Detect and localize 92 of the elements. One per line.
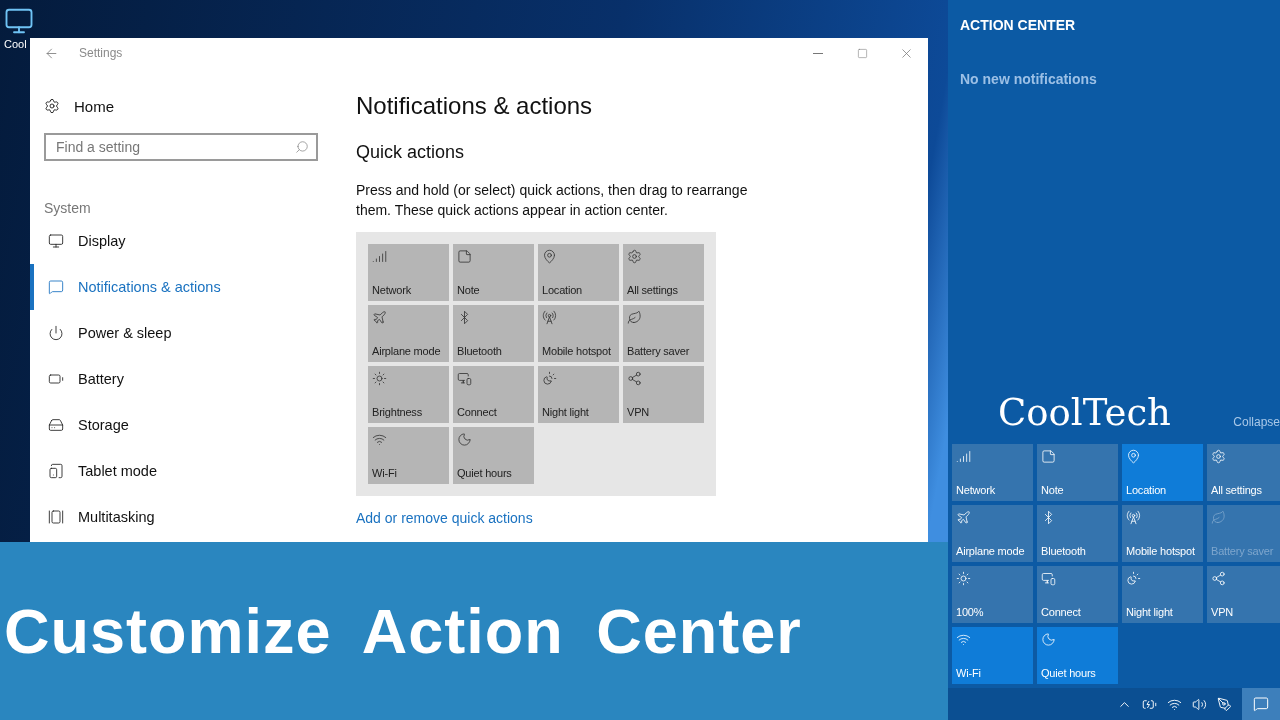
quick-action-tile[interactable]: Note (453, 244, 534, 301)
quick-action-tile[interactable]: All settings (623, 244, 704, 301)
sidebar-item[interactable]: Battery (30, 356, 318, 402)
desktop-icon-label: Cool (4, 38, 27, 50)
moon-icon (457, 432, 472, 447)
antenna-icon (542, 310, 557, 325)
wifi-icon[interactable] (1167, 696, 1182, 712)
pin-icon (542, 249, 557, 264)
quick-action-tile[interactable]: Bluetooth (453, 305, 534, 362)
quick-action-button[interactable]: Location (1122, 444, 1203, 501)
computer-icon[interactable] (4, 6, 34, 36)
sun-icon (956, 571, 971, 586)
window-title: Settings (79, 46, 124, 60)
quick-action-button[interactable]: All settings (1207, 444, 1280, 501)
minimize-icon (813, 52, 823, 54)
sidebar-item[interactable]: Display (30, 218, 318, 264)
monitor-icon (48, 233, 64, 249)
drive-icon (48, 417, 64, 433)
power-icon (48, 325, 64, 341)
sidebar-item[interactable]: Storage (30, 402, 318, 448)
speech-bubble-icon (1253, 696, 1269, 712)
signal-icon (956, 449, 971, 464)
devices-icon (1041, 571, 1056, 586)
signal-icon (372, 249, 387, 264)
quick-action-button[interactable]: Wi-Fi (952, 627, 1033, 684)
description: Press and hold (or select) quick actions, then drag to rearrange them. These quick actions appear in action center. (356, 181, 749, 220)
moon-icon (1041, 632, 1056, 647)
nodes-icon (627, 371, 642, 386)
section-heading: System (44, 199, 92, 218)
notifications-button[interactable] (1242, 688, 1280, 720)
sidebar-item[interactable]: Multitasking (30, 494, 318, 540)
quick-action-tile[interactable]: Location (538, 244, 619, 301)
tablet-icon (48, 463, 64, 479)
quick-action-button[interactable]: Network (952, 444, 1033, 501)
quick-action-button[interactable]: Note (1037, 444, 1118, 501)
settings-icon (627, 249, 642, 264)
quick-action-tile[interactable]: Night light (538, 366, 619, 423)
page-title: Notifications & actions (356, 91, 593, 121)
quick-action-tile[interactable]: Connect (453, 366, 534, 423)
antenna-icon (1126, 510, 1141, 525)
quick-action-button[interactable]: Quiet hours (1037, 627, 1118, 684)
quick-action-button[interactable]: Airplane mode (952, 505, 1033, 562)
speech-bubble-icon (48, 279, 64, 295)
half-sun-icon (1126, 571, 1141, 586)
quick-action-button[interactable]: Bluetooth (1037, 505, 1118, 562)
windows-icon (48, 509, 64, 525)
wifi-icon (372, 432, 387, 447)
airplane-icon (956, 510, 971, 525)
home-link[interactable]: Home (44, 94, 318, 118)
pin-icon (1126, 449, 1141, 464)
add-remove-link[interactable]: Add or remove quick actions (356, 510, 533, 526)
note-icon (1041, 449, 1056, 464)
collapse-link[interactable]: Collapse (1233, 414, 1280, 429)
quick-action-tile[interactable]: Wi-Fi (368, 427, 449, 484)
section-title: Quick actions (356, 141, 465, 164)
gear-icon (44, 98, 60, 114)
sidebar-item[interactable]: Tablet mode (30, 448, 318, 494)
quick-action-button[interactable]: Night light (1122, 566, 1203, 623)
quick-action-tile[interactable]: Quiet hours (453, 427, 534, 484)
wifi-icon (956, 632, 971, 647)
volume-icon[interactable] (1192, 696, 1207, 712)
sun-icon (372, 371, 387, 386)
search-field[interactable]: Find a setting (44, 133, 318, 161)
search-icon (295, 140, 309, 154)
note-icon (457, 249, 472, 264)
back-button[interactable] (44, 45, 59, 61)
quick-action-tile[interactable]: Brightness (368, 366, 449, 423)
settings-icon (1211, 449, 1226, 464)
empty-message: No new notifications (960, 71, 1098, 87)
quick-action-tile[interactable]: VPN (623, 366, 704, 423)
sidebar-item[interactable]: Power & sleep (30, 310, 318, 356)
quick-action-tile[interactable]: Battery saver (623, 305, 704, 362)
brand-logo: CoolTech (998, 391, 1171, 434)
battery-icon (48, 371, 64, 387)
panel-title: ACTION CENTER (960, 17, 1077, 33)
quick-action-tile[interactable]: Mobile hotspot (538, 305, 619, 362)
maximize-icon (856, 47, 868, 59)
nodes-icon (1211, 571, 1226, 586)
banner-title: Customize Action Center (4, 595, 802, 667)
pen-icon[interactable] (1217, 696, 1232, 712)
quick-action-button[interactable]: Connect (1037, 566, 1118, 623)
sidebar-item[interactable]: Notifications & actions (30, 264, 318, 310)
quick-action-button[interactable]: Mobile hotspot (1122, 505, 1203, 562)
leaf-icon (627, 310, 642, 325)
airplane-icon (372, 310, 387, 325)
half-sun-icon (542, 371, 557, 386)
devices-icon (457, 371, 472, 386)
quick-action-button[interactable]: 100% (952, 566, 1033, 623)
quick-action-button[interactable]: VPN (1207, 566, 1280, 623)
quick-action-tile[interactable]: Network (368, 244, 449, 301)
leaf-icon (1211, 510, 1226, 525)
quick-action-tile[interactable]: Airplane mode (368, 305, 449, 362)
